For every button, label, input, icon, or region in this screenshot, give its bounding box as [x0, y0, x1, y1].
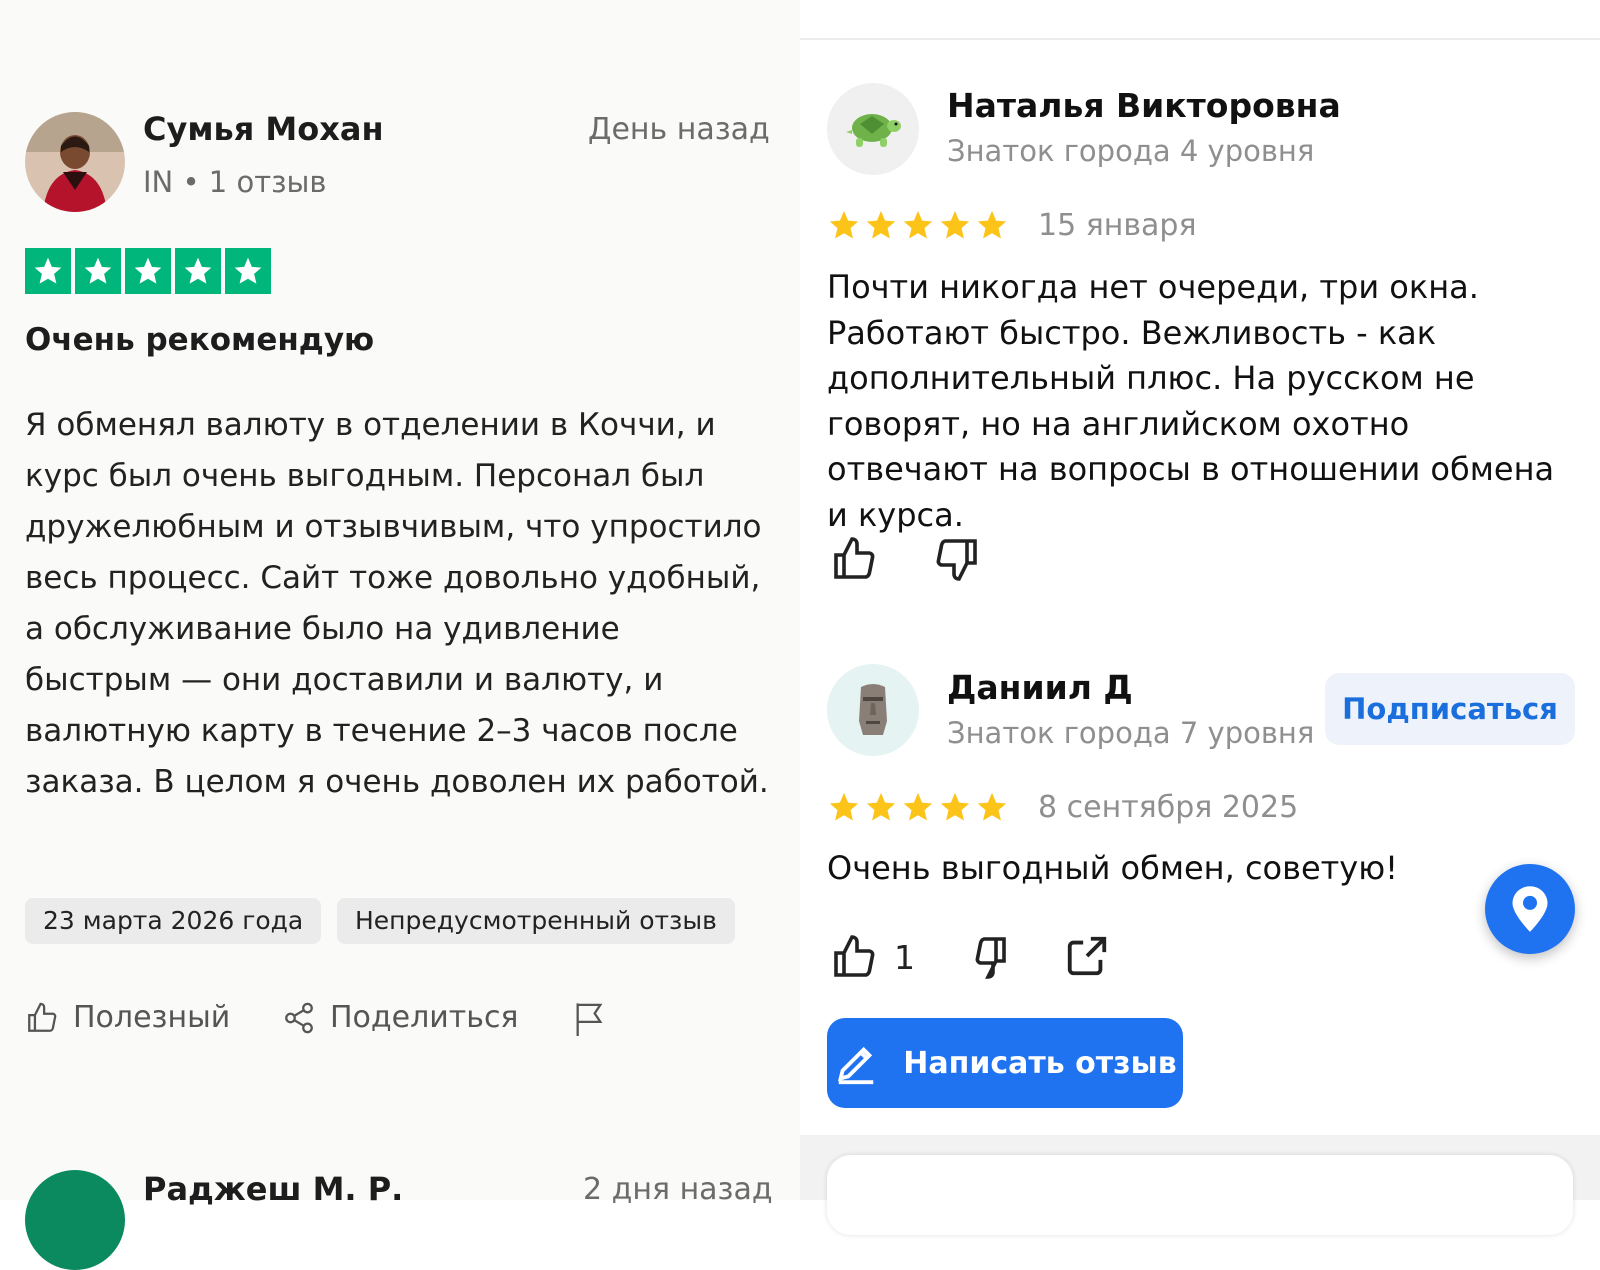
author-name[interactable]: Даниил Д: [947, 668, 1133, 707]
author-level: Знаток города 7 уровня: [947, 716, 1315, 750]
write-review-button[interactable]: Написать отзыв: [827, 1018, 1183, 1108]
star-icon: [940, 210, 970, 239]
dislike-button[interactable]: [933, 535, 981, 587]
rating-stars: [827, 790, 1009, 824]
star-icon: [977, 792, 1007, 821]
star-icon: [903, 210, 933, 239]
dislike-button[interactable]: [962, 933, 1010, 985]
right-reviews-panel: Наталья Викторовна Знаток города 4 уровн…: [800, 0, 1600, 1235]
share-button[interactable]: Поделиться: [282, 1000, 518, 1035]
author-level: Знаток города 4 уровня: [947, 134, 1315, 168]
pencil-icon: [838, 1046, 874, 1085]
subscribe-button[interactable]: Подписаться: [1325, 673, 1575, 745]
share-button[interactable]: [1064, 933, 1110, 983]
review-text: Очень выгодный обмен, советую!: [827, 849, 1398, 887]
review-date: 8 сентября 2025: [1038, 790, 1299, 825]
author-avatar[interactable]: [827, 83, 919, 175]
external-share-icon: [1067, 936, 1107, 976]
like-count: 1: [894, 937, 915, 977]
thumbs-up-icon: [834, 935, 875, 977]
star-icon: [225, 248, 271, 294]
next-review-age: 2 дня назад: [583, 1172, 773, 1207]
rating-stars: [827, 208, 1009, 242]
review-body: Я обменял валюту в отделении в Коччи, и …: [25, 407, 769, 800]
location-pin-icon: [1512, 886, 1548, 932]
star-icon: [75, 248, 121, 294]
moai-icon: [859, 684, 887, 735]
thumbs-up-icon: [834, 537, 875, 579]
star-icon: [903, 792, 933, 821]
divider: [800, 38, 1600, 40]
star-icon: [940, 792, 970, 821]
turtle-icon: [846, 114, 901, 147]
review-date-chip: 23 марта 2026 года: [25, 898, 322, 944]
useful-button[interactable]: Полезный: [25, 1000, 230, 1035]
review-date: 15 января: [1038, 208, 1197, 243]
star-icon: [829, 210, 859, 239]
star-icon: [175, 248, 221, 294]
thumbs-up-icon: [28, 1002, 57, 1032]
share-label: Поделиться: [330, 1000, 519, 1035]
thumbs-down-icon: [936, 539, 977, 581]
author-name[interactable]: Сумья Мохан: [143, 110, 384, 148]
author-avatar[interactable]: [25, 112, 125, 212]
star-icon: [866, 792, 896, 821]
rating-stars: [25, 248, 271, 294]
author-avatar[interactable]: [827, 664, 919, 756]
flag-icon: [576, 1003, 603, 1036]
share-icon: [285, 1002, 313, 1033]
useful-label: Полезный: [73, 1000, 231, 1035]
bottom-toolbar[interactable]: [827, 1155, 1573, 1235]
write-review-label: Написать отзыв: [903, 1045, 1177, 1081]
star-icon: [829, 792, 859, 821]
map-location-button[interactable]: [1485, 864, 1575, 954]
star-icon: [125, 248, 171, 294]
report-button[interactable]: [572, 1000, 606, 1038]
author-name[interactable]: Наталья Викторовна: [947, 86, 1341, 125]
left-review-panel: Сумья Мохан IN • 1 отзыв День назад Очен…: [0, 0, 800, 1270]
author-meta: IN • 1 отзыв: [143, 165, 327, 199]
star-icon: [25, 248, 71, 294]
review-text: Почти никогда нет очереди, три окна. Раб…: [827, 268, 1555, 534]
review-type-chip[interactable]: Непредусмотренный отзыв: [337, 898, 735, 944]
next-author-avatar[interactable]: [25, 1170, 125, 1270]
star-icon: [977, 210, 1007, 239]
thumbs-down-icon: [975, 937, 1006, 979]
like-button[interactable]: [830, 535, 878, 587]
next-author-name[interactable]: Раджеш М. Р.: [143, 1170, 403, 1208]
review-title: Очень рекомендую: [25, 322, 375, 358]
star-icon: [866, 210, 896, 239]
review-age: День назад: [588, 112, 770, 147]
like-button[interactable]: 1: [830, 933, 915, 981]
